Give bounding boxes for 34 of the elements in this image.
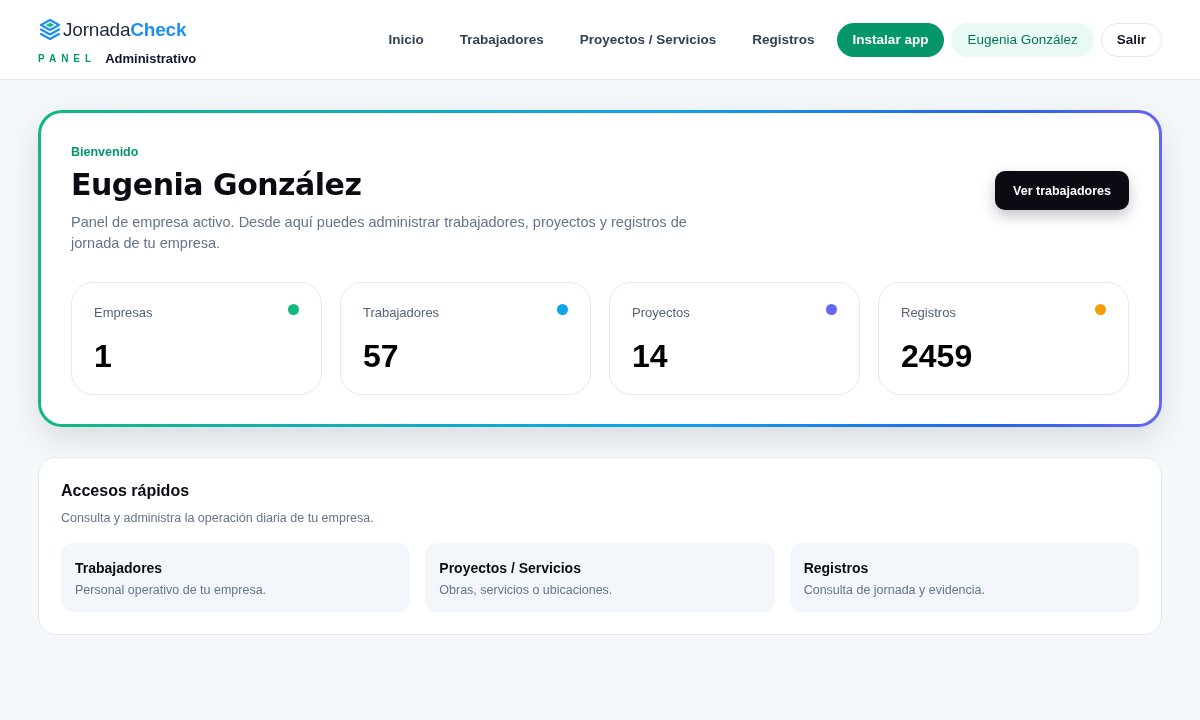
nav-link[interactable]: Trabajadores bbox=[441, 24, 562, 55]
quick-access-tile[interactable]: Registros Consulta de jornada y evidencia. bbox=[789, 543, 1139, 612]
layers-logo-icon bbox=[38, 17, 62, 42]
welcome-label: Bienvenido bbox=[71, 145, 140, 159]
tile-title: Proyectos / Servicios bbox=[439, 560, 582, 576]
welcome-description: Panel de empresa activo. Desde aquí puedes administrar trabajadores, proyectos y registros de jornada de tu empresa. bbox=[71, 213, 688, 253]
stat-value: 57 bbox=[363, 338, 400, 375]
logout-button[interactable]: Salir bbox=[1100, 22, 1162, 57]
quick-access-tile[interactable]: Proyectos / Servicios Obras, servicios o ubicaciones. bbox=[425, 543, 775, 612]
user-name-heading: Eugenia González bbox=[71, 167, 363, 202]
section-title: Accesos rápidos bbox=[61, 482, 191, 500]
panel-label: PANEL bbox=[38, 52, 97, 64]
nav-link[interactable]: Inicio bbox=[370, 24, 442, 55]
user-button[interactable]: Eugenia González bbox=[951, 22, 1094, 57]
tile-title: Trabajadores bbox=[75, 560, 164, 576]
stat-label: Trabajadores bbox=[363, 305, 440, 320]
tile-description: Personal operativo de tu empresa. bbox=[75, 583, 268, 597]
panel-subtitle: Administrativo bbox=[105, 50, 197, 66]
nav-link[interactable]: Registros bbox=[734, 24, 833, 55]
quick-access-tile[interactable]: Trabajadores Personal operativo de tu empresa. bbox=[61, 543, 411, 612]
tile-title: Registros bbox=[803, 560, 870, 576]
view-workers-button[interactable]: Ver trabajadores bbox=[995, 171, 1129, 210]
stat-label: Proyectos bbox=[632, 305, 690, 320]
stat-value: 2459 bbox=[901, 338, 974, 375]
tile-description: Obras, servicios o ubicaciones. bbox=[439, 583, 614, 597]
stat-value: 14 bbox=[632, 338, 669, 375]
stat-label: Empresas bbox=[94, 305, 153, 320]
nav-link[interactable]: Proyectos / Servicios bbox=[561, 24, 735, 55]
install-app-button[interactable]: Instalar app bbox=[836, 22, 945, 57]
tile-description: Consulta de jornada y evidencia. bbox=[803, 583, 987, 597]
brand-name: JornadaCheck bbox=[63, 18, 187, 41]
stat-value: 1 bbox=[94, 338, 113, 375]
stat-label: Registros bbox=[901, 305, 956, 320]
section-subtitle: Consulta y administra la operación diaria de tu empresa. bbox=[61, 511, 375, 525]
